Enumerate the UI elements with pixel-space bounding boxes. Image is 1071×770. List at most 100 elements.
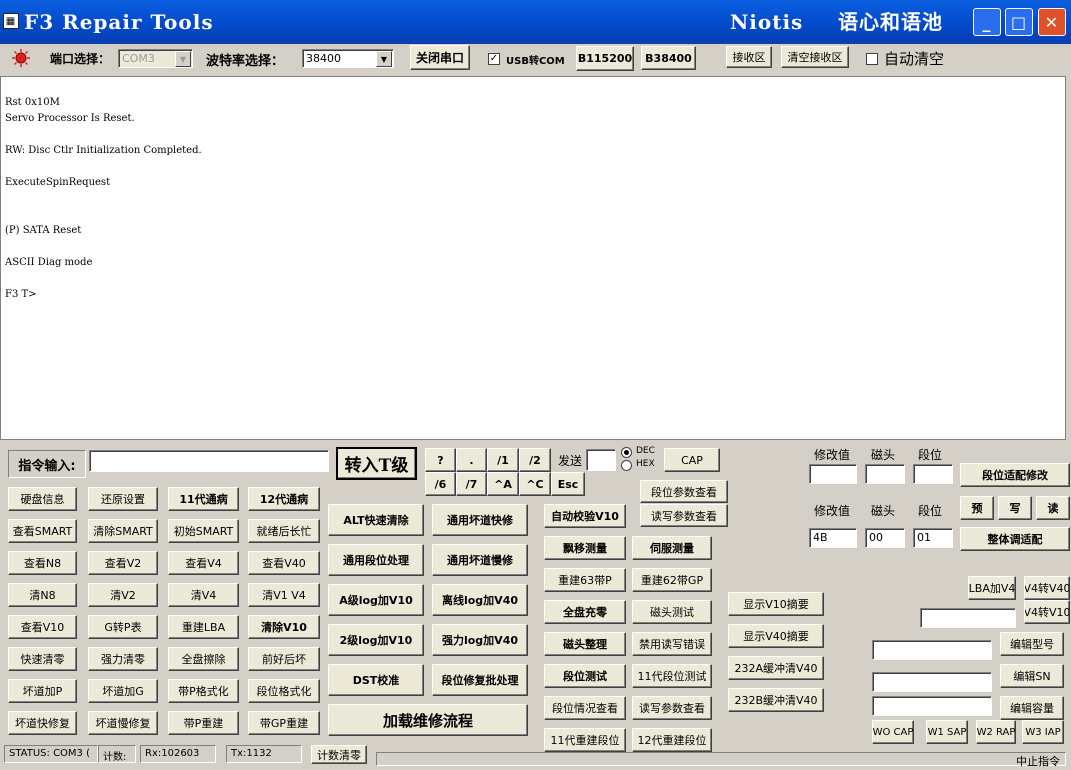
grid-button[interactable]: G转P表 — [88, 615, 158, 639]
grid-button[interactable]: 带P重建 — [168, 711, 239, 735]
grid-button[interactable]: 强力清零 — [88, 647, 158, 671]
mid-button[interactable]: 通用段位处理 — [328, 544, 424, 576]
mid-button[interactable]: 2级log加V10 — [328, 624, 424, 656]
modify-input[interactable] — [809, 464, 857, 484]
key-slash7-button[interactable]: /7 — [456, 472, 487, 496]
right-button[interactable]: 重建62带GP — [632, 568, 712, 592]
right-button[interactable]: 磁头测试 — [632, 600, 712, 624]
grid-button[interactable]: 段位格式化 — [248, 679, 320, 703]
overall-adapt-button[interactable]: 整体调适配 — [960, 527, 1070, 551]
pre-button[interactable]: 预 — [960, 496, 994, 520]
w0-cap-button[interactable]: WO CAP — [872, 720, 914, 744]
usb-com-checkbox[interactable]: ✓ — [488, 53, 500, 65]
cap-button[interactable]: CAP — [664, 448, 720, 472]
right-button[interactable]: 自动校验V10 — [544, 504, 626, 528]
segment-input[interactable]: 01 — [913, 528, 953, 548]
edit-sn-button[interactable]: 编辑SN — [1000, 664, 1064, 688]
write-button[interactable]: 写 — [998, 496, 1032, 520]
key-esc-button[interactable]: Esc — [551, 472, 585, 496]
grid-button[interactable]: 11代通病 — [168, 487, 239, 511]
right-button[interactable]: 11代段位测试 — [632, 664, 712, 688]
read-button[interactable]: 读 — [1036, 496, 1070, 520]
head-input[interactable]: 00 — [865, 528, 905, 548]
dec-radio[interactable] — [621, 447, 632, 458]
send-input[interactable] — [586, 449, 616, 471]
clear-count-button[interactable]: 计数清零 — [311, 745, 367, 764]
mid-button[interactable]: 强力log加V40 — [432, 624, 528, 656]
show-v10-summary-button[interactable]: 显示V10摘要 — [728, 592, 824, 616]
maximize-button[interactable]: □ — [1005, 8, 1033, 36]
console-output[interactable]: Rst 0x10M Servo Processor Is Reset. RW: … — [0, 76, 1066, 440]
key-question-button[interactable]: ? — [425, 448, 456, 472]
grid-button[interactable]: 清V2 — [88, 583, 158, 607]
rw-param-view-button[interactable]: 读写参数查看 — [640, 504, 728, 527]
key-slash1-button[interactable]: /1 — [487, 448, 519, 472]
lba-to-v4-button[interactable]: LBA加V4 — [968, 576, 1016, 600]
command-input[interactable] — [89, 450, 329, 472]
grid-button[interactable]: 清N8 — [8, 583, 77, 607]
w3-iap-button[interactable]: W3 IAP — [1022, 720, 1064, 744]
mid-button[interactable]: 离线log加V40 — [432, 584, 528, 616]
right-button[interactable]: 全盘充零 — [544, 600, 626, 624]
grid-button[interactable]: 前好后坏 — [248, 647, 320, 671]
right-button[interactable]: 磁头整理 — [544, 632, 626, 656]
minimize-button[interactable]: _ — [973, 8, 1001, 36]
v4-to-v10-button[interactable]: V4转V10 — [1024, 600, 1070, 624]
segment-input[interactable] — [913, 464, 953, 484]
right-button[interactable]: 11代重建段位 — [544, 728, 626, 752]
grid-button[interactable]: 清V1 V4 — [248, 583, 320, 607]
right-button[interactable]: 飘移测量 — [544, 536, 626, 560]
b38400-button[interactable]: B38400 — [641, 46, 696, 70]
close-port-button[interactable]: 关闭串口 — [410, 45, 470, 70]
mid-button[interactable]: 通用坏道慢修 — [432, 544, 528, 576]
grid-button[interactable]: 带P格式化 — [168, 679, 239, 703]
w1-sap-button[interactable]: W1 SAP — [926, 720, 968, 744]
grid-button[interactable]: 清除V10 — [248, 615, 320, 639]
to-t-level-button[interactable]: 转入T级 — [336, 447, 417, 480]
show-v40-summary-button[interactable]: 显示V40摘要 — [728, 624, 824, 648]
right-button[interactable]: 段位测试 — [544, 664, 626, 688]
grid-button[interactable]: 还原设置 — [88, 487, 158, 511]
grid-button[interactable]: 快速清零 — [8, 647, 77, 671]
port-select[interactable]: COM3 ▼ — [118, 49, 193, 68]
right-button[interactable]: 读写参数查看 — [632, 696, 712, 720]
grid-button[interactable]: 查看V2 — [88, 551, 158, 575]
hex-radio[interactable] — [621, 460, 632, 471]
grid-button[interactable]: 硬盘信息 — [8, 487, 77, 511]
right-button[interactable]: 段位情况查看 — [544, 696, 626, 720]
grid-button[interactable]: 12代通病 — [248, 487, 320, 511]
head-input[interactable] — [865, 464, 905, 484]
auto-clear-checkbox[interactable] — [866, 53, 878, 65]
232b-clear-v40-button[interactable]: 232B缓冲清V40 — [728, 688, 824, 712]
grid-button[interactable]: 坏道快修复 — [8, 711, 77, 735]
adapt-modify-button[interactable]: 段位适配修改 — [960, 463, 1070, 487]
grid-button[interactable]: 坏道加P — [8, 679, 77, 703]
mid-button[interactable]: ALT快速清除 — [328, 504, 424, 536]
right-button[interactable]: 伺服测量 — [632, 536, 712, 560]
load-flow-button[interactable]: 加载维修流程 — [328, 704, 528, 736]
lba-input[interactable] — [920, 608, 1016, 628]
modify-input[interactable]: 4B — [809, 528, 857, 548]
grid-button[interactable]: 坏道加G — [88, 679, 158, 703]
right-button[interactable]: 12代重建段位 — [632, 728, 712, 752]
mid-button[interactable]: 通用坏道快修 — [432, 504, 528, 536]
key-slash6-button[interactable]: /6 — [425, 472, 456, 496]
edit-model-button[interactable]: 编辑型号 — [1000, 632, 1064, 656]
grid-button[interactable]: 坏道慢修复 — [88, 711, 158, 735]
mid-button[interactable]: A级log加V10 — [328, 584, 424, 616]
grid-button[interactable]: 全盘擦除 — [168, 647, 239, 671]
clear-receive-button[interactable]: 清空接收区 — [781, 46, 849, 68]
stop-command-label[interactable]: 中止指令 — [1016, 753, 1060, 769]
grid-button[interactable]: 带GP重建 — [248, 711, 320, 735]
mid-button[interactable]: 段位修复批处理 — [432, 664, 528, 696]
grid-button[interactable]: 查看V10 — [8, 615, 77, 639]
w2-rap-button[interactable]: W2 RAP — [976, 720, 1016, 744]
segment-param-view-button[interactable]: 段位参数查看 — [640, 480, 728, 503]
232a-clear-v40-button[interactable]: 232A缓冲清V40 — [728, 656, 824, 680]
mid-button[interactable]: DST校准 — [328, 664, 424, 696]
grid-button[interactable]: 清V4 — [168, 583, 239, 607]
right-button[interactable]: 禁用读写错误 — [632, 632, 712, 656]
capacity-input[interactable] — [872, 696, 992, 716]
grid-button[interactable]: 查看V40 — [248, 551, 320, 575]
grid-button[interactable]: 清除SMART — [88, 519, 158, 543]
